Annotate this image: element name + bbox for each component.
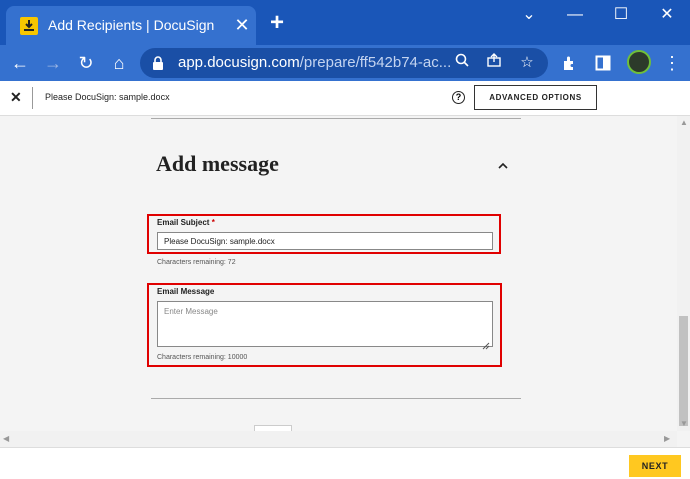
required-mark: *: [211, 218, 215, 227]
chevron-up-icon[interactable]: [498, 158, 508, 172]
docusign-favicon: [20, 17, 38, 35]
document-name: Please DocuSign: sample.docx: [45, 92, 170, 102]
chevron-down-icon[interactable]: ⌄: [506, 0, 552, 32]
search-icon[interactable]: [452, 53, 472, 73]
email-subject-input[interactable]: [157, 232, 493, 250]
section-title: Add message: [156, 151, 279, 176]
main-content: Add message Email Subject * Characters r…: [0, 116, 677, 431]
forward-arrow-icon[interactable]: →: [41, 51, 65, 75]
back-arrow-icon[interactable]: ←: [8, 51, 32, 75]
section-divider: [151, 118, 521, 119]
browser-tab-bar: Add Recipients | DocuSign ✕ + ⌄ — ☐ ✕: [0, 0, 690, 45]
tab-title: Add Recipients | DocuSign: [48, 17, 215, 33]
url-text[interactable]: app.docusign.com/prepare/ff542b74-ac...: [178, 54, 451, 71]
email-message-input[interactable]: [157, 301, 493, 347]
plus-icon[interactable]: +: [266, 11, 288, 35]
docusign-header: ✕ Please DocuSign: sample.docx ? ADVANCE…: [0, 81, 690, 116]
profile-avatar[interactable]: [627, 50, 651, 74]
scroll-down-arrow-icon[interactable]: ▼: [680, 419, 688, 428]
minimize-icon[interactable]: —: [552, 0, 598, 32]
email-message-label: Email Message: [157, 287, 215, 296]
help-icon[interactable]: ?: [452, 91, 465, 104]
close-icon[interactable]: ✕: [10, 89, 22, 106]
next-button[interactable]: NEXT: [629, 455, 681, 477]
lock-icon[interactable]: [152, 56, 164, 75]
email-message-hint: Characters remaining: 10000: [157, 354, 248, 361]
home-icon[interactable]: ⌂: [107, 51, 131, 75]
horizontal-scrollbar[interactable]: ◀ ▶: [0, 431, 677, 447]
close-icon[interactable]: ✕: [232, 15, 252, 35]
extensions-icon[interactable]: [558, 51, 582, 75]
reload-icon[interactable]: ↻: [74, 51, 98, 75]
vertical-scrollbar[interactable]: ▲ ▼: [677, 116, 690, 431]
address-bar[interactable]: app.docusign.com/prepare/ff542b74-ac... …: [140, 48, 548, 78]
browser-tab[interactable]: Add Recipients | DocuSign ✕: [6, 6, 256, 45]
star-icon[interactable]: ☆: [517, 53, 537, 73]
maximize-icon[interactable]: ☐: [598, 0, 644, 32]
scroll-right-arrow-icon[interactable]: ▶: [664, 434, 670, 443]
header-divider: [32, 87, 33, 109]
resize-handle-icon[interactable]: [482, 337, 490, 355]
close-window-icon[interactable]: ✕: [644, 0, 690, 32]
share-icon[interactable]: [484, 53, 504, 73]
email-subject-hint: Characters remaining: 72: [157, 259, 236, 266]
browser-toolbar: ← → ↻ ⌂ app.docusign.com/prepare/ff542b7…: [0, 45, 690, 81]
email-subject-label: Email Subject *: [157, 218, 215, 227]
section-divider: [151, 398, 521, 399]
vertical-scroll-thumb[interactable]: [679, 316, 688, 426]
scroll-up-arrow-icon[interactable]: ▲: [680, 118, 688, 127]
advanced-options-button[interactable]: ADVANCED OPTIONS: [474, 85, 597, 110]
scroll-left-arrow-icon[interactable]: ◀: [3, 434, 9, 443]
sidebar-icon[interactable]: [591, 51, 615, 75]
kebab-menu-icon[interactable]: ⋮: [660, 51, 684, 75]
footer-bar: NEXT: [0, 447, 690, 479]
